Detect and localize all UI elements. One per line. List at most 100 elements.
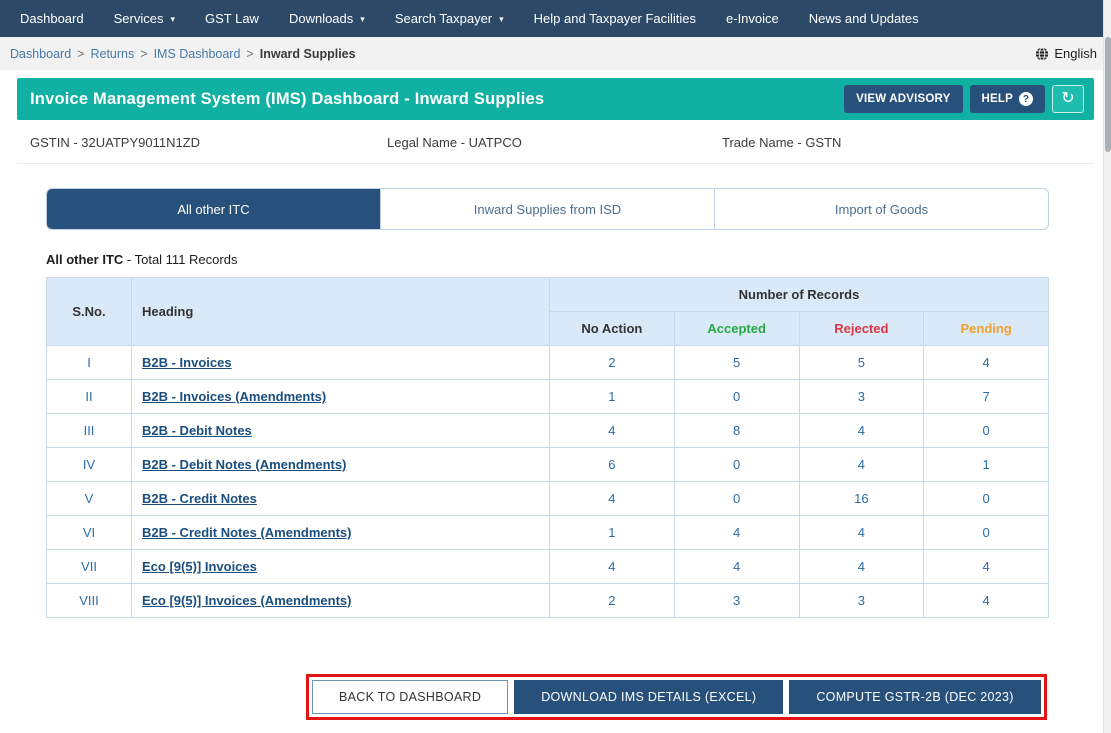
record-count-rejected[interactable]: 4 — [798, 515, 925, 550]
nav-item-dashboard[interactable]: Dashboard — [5, 0, 99, 37]
globe-icon — [1035, 46, 1049, 61]
record-count-no-action[interactable]: 6 — [549, 447, 675, 482]
record-heading-link-b2b-credit-notes[interactable]: B2B - Credit Notes — [142, 491, 257, 506]
record-count-no-action[interactable]: 1 — [549, 515, 675, 550]
footer: BACK TO DASHBOARD DOWNLOAD IMS DETAILS (E… — [306, 674, 1111, 720]
record-count-pending[interactable]: 4 — [923, 345, 1049, 380]
question-icon: ? — [1019, 92, 1033, 106]
page-title: Invoice Management System (IMS) Dashboar… — [30, 89, 545, 108]
column-header-accepted: Accepted — [673, 311, 800, 346]
row-heading-cell: B2B - Invoices — [131, 345, 550, 380]
record-count-accepted[interactable]: 4 — [673, 515, 800, 550]
row-sno: IV — [46, 447, 132, 482]
section-title-bold: All other ITC — [46, 252, 124, 267]
tab-all-other-itc[interactable]: All other ITC — [47, 189, 381, 229]
record-count-accepted[interactable]: 3 — [673, 583, 800, 618]
table-row: IV B2B - Debit Notes (Amendments) 6 0 4 1 — [46, 447, 1049, 482]
column-header-rejected: Rejected — [798, 311, 925, 346]
record-heading-link-eco-9-5-invoices[interactable]: Eco [9(5)] Invoices — [142, 559, 257, 574]
record-count-accepted[interactable]: 8 — [673, 413, 800, 448]
record-count-rejected[interactable]: 16 — [798, 481, 925, 516]
section-title: All other ITC - Total 111 Records — [46, 252, 1111, 267]
record-count-pending[interactable]: 0 — [923, 481, 1049, 516]
record-count-accepted[interactable]: 0 — [673, 379, 800, 414]
records-table-body: I B2B - Invoices 2 5 5 4 II B2B - Invoices (Ame… — [46, 345, 1049, 618]
nav-item-label: Dashboard — [20, 11, 84, 26]
record-count-pending[interactable]: 4 — [923, 583, 1049, 618]
help-button[interactable]: HELP ? — [969, 85, 1045, 113]
table-row: III B2B - Debit Notes 4 8 4 0 — [46, 413, 1049, 448]
record-count-accepted[interactable]: 4 — [673, 549, 800, 584]
nav-item-help-and-taxpayer-facilities[interactable]: Help and Taxpayer Facilities — [519, 0, 711, 37]
row-sno: V — [46, 481, 132, 516]
breadcrumb: Dashboard > Returns > IMS Dashboard > Inward S… — [0, 37, 1111, 70]
table-row: VII Eco [9(5)] Invoices 4 4 4 4 — [46, 549, 1049, 584]
header-actions: VIEW ADVISORY HELP ? ↻ — [844, 85, 1084, 113]
breadcrumb-separator: > — [140, 46, 148, 61]
tab-inward-supplies-from-isd[interactable]: Inward Supplies from ISD — [381, 189, 715, 229]
chevron-down-icon: ▾ — [360, 13, 365, 24]
record-heading-link-b2b-credit-notes-amendments[interactable]: B2B - Credit Notes (Amendments) — [142, 525, 351, 540]
breadcrumb-link-dashboard[interactable]: Dashboard — [10, 47, 71, 61]
record-count-rejected[interactable]: 3 — [798, 583, 925, 618]
row-sno: VIII — [46, 583, 132, 618]
breadcrumb-link-ims-dashboard[interactable]: IMS Dashboard — [154, 47, 241, 61]
breadcrumb-link-returns[interactable]: Returns — [90, 47, 134, 61]
record-count-no-action[interactable]: 4 — [549, 549, 675, 584]
record-heading-link-b2b-invoices[interactable]: B2B - Invoices — [142, 355, 232, 370]
record-heading-link-b2b-invoices-amendments[interactable]: B2B - Invoices (Amendments) — [142, 389, 326, 404]
record-count-pending[interactable]: 0 — [923, 515, 1049, 550]
nav-item-downloads[interactable]: Downloads ▾ — [274, 0, 380, 37]
view-advisory-button[interactable]: VIEW ADVISORY — [844, 85, 963, 113]
record-count-no-action[interactable]: 1 — [549, 379, 675, 414]
refresh-button[interactable]: ↻ — [1052, 85, 1084, 113]
download-ims-details-button[interactable]: DOWNLOAD IMS DETAILS (EXCEL) — [514, 680, 784, 714]
record-count-rejected[interactable]: 4 — [798, 549, 925, 584]
section-title-rest: - Total 111 Records — [123, 252, 238, 267]
record-count-accepted[interactable]: 0 — [673, 447, 800, 482]
row-sno: II — [46, 379, 132, 414]
record-count-pending[interactable]: 7 — [923, 379, 1049, 414]
nav-item-label: Search Taxpayer — [394, 11, 493, 26]
trade-name-value: Trade Name - GSTN — [722, 135, 842, 150]
top-nav: Dashboard Services ▾ GST Law Downloads ▾ Searc… — [0, 0, 1111, 37]
record-count-rejected[interactable]: 3 — [798, 379, 925, 414]
record-count-pending[interactable]: 1 — [923, 447, 1049, 482]
scrollbar[interactable] — [1103, 0, 1111, 733]
nav-item-e-invoice[interactable]: e-Invoice — [711, 0, 794, 37]
row-heading-cell: Eco [9(5)] Invoices (Amendments) — [131, 583, 550, 618]
table-row: II B2B - Invoices (Amendments) 1 0 3 7 — [46, 379, 1049, 414]
language-label: English — [1054, 46, 1097, 61]
back-to-dashboard-button[interactable]: BACK TO DASHBOARD — [312, 680, 509, 714]
record-count-rejected[interactable]: 5 — [798, 345, 925, 380]
record-count-rejected[interactable]: 4 — [798, 447, 925, 482]
chevron-down-icon: ▾ — [170, 13, 175, 24]
nav-item-label: News and Updates — [808, 11, 919, 26]
record-count-accepted[interactable]: 5 — [673, 345, 800, 380]
nav-item-news-and-updates[interactable]: News and Updates — [794, 0, 934, 37]
nav-item-search-taxpayer[interactable]: Search Taxpayer ▾ — [380, 0, 519, 37]
legal-name-value: Legal Name - UATPCO — [387, 135, 522, 150]
column-header-sno: S.No. — [46, 277, 132, 346]
nav-item-gst-law[interactable]: GST Law — [190, 0, 274, 37]
record-count-accepted[interactable]: 0 — [673, 481, 800, 516]
record-count-no-action[interactable]: 4 — [549, 481, 675, 516]
tab-bar: All other ITC Inward Supplies from ISD Imp… — [46, 188, 1049, 230]
tab-import-of-goods[interactable]: Import of Goods — [715, 189, 1048, 229]
nav-item-label: GST Law — [205, 11, 259, 26]
record-count-no-action[interactable]: 4 — [549, 413, 675, 448]
record-heading-link-b2b-debit-notes-amendments[interactable]: B2B - Debit Notes (Amendments) — [142, 457, 346, 472]
record-heading-link-b2b-debit-notes[interactable]: B2B - Debit Notes — [142, 423, 252, 438]
row-sno: VII — [46, 549, 132, 584]
record-count-no-action[interactable]: 2 — [549, 583, 675, 618]
record-count-rejected[interactable]: 4 — [798, 413, 925, 448]
record-heading-link-eco-9-5-invoices-amendments[interactable]: Eco [9(5)] Invoices (Amendments) — [142, 593, 352, 608]
column-header-pending: Pending — [923, 311, 1049, 346]
scrollbar-thumb[interactable] — [1105, 37, 1111, 152]
record-count-no-action[interactable]: 2 — [549, 345, 675, 380]
record-count-pending[interactable]: 4 — [923, 549, 1049, 584]
compute-gstr2b-button[interactable]: COMPUTE GSTR-2B (DEC 2023) — [789, 680, 1041, 714]
record-count-pending[interactable]: 0 — [923, 413, 1049, 448]
language-selector[interactable]: English — [1035, 46, 1097, 61]
nav-item-services[interactable]: Services ▾ — [99, 0, 190, 37]
